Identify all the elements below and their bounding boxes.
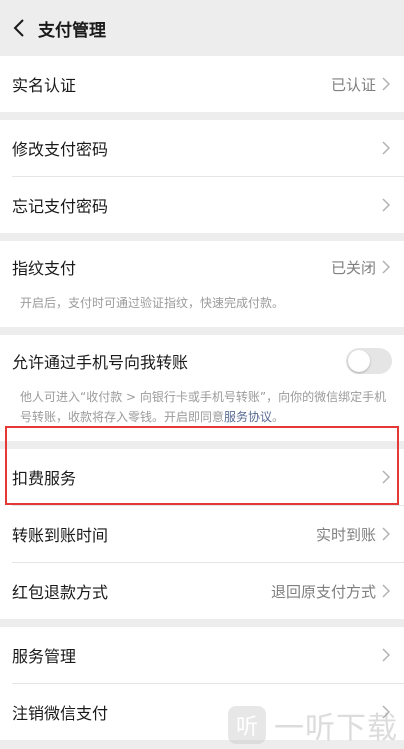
row-label: 实名认证 [12, 76, 77, 95]
back-button[interactable] [2, 0, 36, 56]
fingerprint-description: 开启后，支付时可通过验证指纹，快速完成付款。 [20, 296, 285, 310]
real-name-row[interactable]: 实名认证 已认证 [0, 56, 404, 112]
phone-transfer-description: 他人可进入“收付款 > 向银行卡或手机号转账”，向你的微信绑定手机号转账，收款将… [0, 387, 404, 441]
chevron-right-icon [382, 647, 392, 663]
watermark-logo-icon: 听 [228, 706, 266, 744]
group-fingerprint: 指纹支付 已关闭 开启后，支付时可通过验证指纹，快速完成付款。 [0, 241, 404, 327]
group-services: 扣费服务 转账到账时间 实时到账 红包退款方式 退回原支付方式 [0, 449, 404, 619]
service-management-row[interactable]: 服务管理 [0, 627, 404, 683]
group-identity: 实名认证 已认证 [0, 56, 404, 112]
row-label: 转账到账时间 [12, 526, 109, 545]
fingerprint-row[interactable]: 指纹支付 已关闭 [0, 241, 404, 293]
watermark: 听 一听下载 [228, 703, 398, 747]
toggle-knob [348, 350, 370, 372]
row-label: 扣费服务 [12, 469, 77, 488]
desc-text: 他人可进入“收付款 > 向银行卡或手机号转账”，向你的微信绑定手机号转账，收款将… [20, 390, 387, 424]
row-label: 指纹支付 [12, 259, 77, 278]
chevron-right-icon [382, 259, 392, 275]
chevron-right-icon [382, 197, 392, 213]
change-password-row[interactable]: 修改支付密码 [0, 120, 404, 176]
desc-suffix: 。 [272, 410, 285, 424]
page-title: 支付管理 [38, 20, 106, 41]
phone-transfer-row: 允许通过手机号向我转账 [0, 335, 404, 387]
group-phone-transfer: 允许通过手机号向我转账 他人可进入“收付款 > 向银行卡或手机号转账”，向你的微… [0, 335, 404, 441]
transfer-time-row[interactable]: 转账到账时间 实时到账 [0, 506, 404, 562]
row-label: 服务管理 [12, 647, 77, 666]
chevron-right-icon [382, 140, 392, 156]
deduction-service-row[interactable]: 扣费服务 [0, 449, 404, 505]
row-value: 实时到账 [315, 525, 376, 544]
row-label: 忘记支付密码 [12, 197, 109, 216]
service-agreement-link[interactable]: 服务协议 [224, 410, 272, 424]
watermark-text: 一听下载 [274, 711, 398, 746]
forgot-password-row[interactable]: 忘记支付密码 [0, 177, 404, 233]
chevron-right-icon [382, 526, 392, 542]
row-label: 红包退款方式 [12, 583, 109, 602]
nav-bar: 支付管理 [0, 0, 404, 56]
chevron-right-icon [382, 76, 392, 92]
row-value: 已关闭 [330, 258, 376, 277]
row-label: 修改支付密码 [12, 140, 109, 159]
row-label: 允许通过手机号向我转账 [12, 353, 189, 372]
group-password: 修改支付密码 忘记支付密码 [0, 120, 404, 233]
row-value: 退回原支付方式 [270, 582, 376, 601]
chevron-right-icon [382, 583, 392, 599]
chevron-left-icon [13, 19, 24, 37]
row-value: 已认证 [330, 75, 376, 94]
chevron-right-icon [382, 469, 392, 485]
phone-transfer-toggle[interactable] [346, 348, 392, 374]
red-packet-refund-row[interactable]: 红包退款方式 退回原支付方式 [0, 563, 404, 619]
